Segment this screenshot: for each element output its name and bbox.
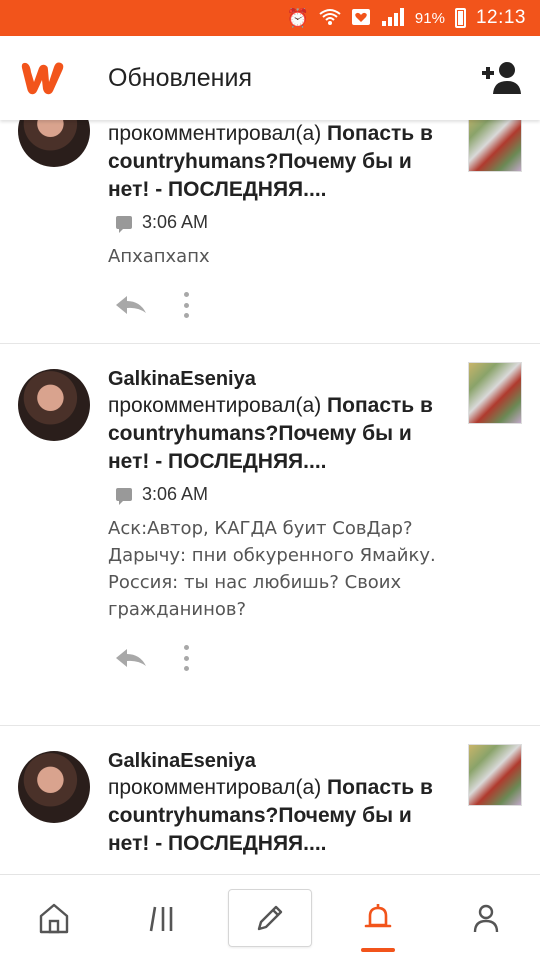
notification-text[interactable]: прокомментировал(а) Попасть в countryhum… [108, 774, 458, 858]
action-text: прокомментировал(а) [108, 776, 328, 799]
avatar[interactable] [18, 120, 90, 167]
add-user-icon[interactable] [480, 58, 522, 98]
comment-meta: 3:06 AM [116, 212, 458, 233]
comment-line: Аск:Автор, КАГДА буит СовДар? [108, 518, 413, 539]
alarm-icon: ⏰ [286, 8, 309, 28]
nav-library[interactable] [108, 875, 216, 960]
status-bar: ⏰ 91% 12:13 [0, 0, 540, 36]
comment-line: Россия: ты нас любишь? Своих граждан­ино… [108, 572, 402, 620]
notification-text[interactable]: прокомментировал(а) Попасть в countryhum… [108, 392, 458, 476]
nav-profile[interactable] [432, 875, 540, 960]
comment-bubble-icon [116, 488, 132, 505]
story-cover-thumbnail[interactable] [468, 744, 522, 806]
username[interactable]: GalkinaEseniya [108, 366, 458, 392]
timestamp: 3:06 AM [142, 484, 209, 504]
notification-card[interactable]: GalkinaEseniya прокомментировал(а) Попас… [0, 344, 540, 726]
nav-write[interactable] [216, 875, 324, 960]
status-icons: ⏰ 91% 12:13 [287, 0, 527, 36]
reply-icon[interactable] [114, 294, 148, 316]
library-icon[interactable] [145, 901, 179, 935]
story-cover-thumbnail[interactable] [468, 362, 522, 424]
more-options-icon[interactable] [184, 292, 190, 318]
avatar[interactable] [18, 369, 90, 441]
card-actions [114, 645, 458, 671]
notification-card[interactable]: GalkinaEseniya прокомментировал(а) Попас… [0, 726, 540, 874]
comment-meta: 3:06 AM [116, 484, 458, 505]
battery-percent: 91% [414, 9, 445, 27]
heart-notification-icon [351, 8, 371, 29]
battery-icon [454, 8, 466, 28]
write-button[interactable] [228, 888, 312, 947]
notifications-feed: прокомментировал(а) Попасть в countryhum… [0, 120, 540, 874]
card-actions [114, 292, 458, 318]
profile-icon[interactable] [469, 901, 503, 935]
notification-body: GalkinaEseniya прокомментировал(а) Попас… [108, 366, 458, 671]
more-options-icon[interactable] [184, 645, 190, 671]
nav-home[interactable] [0, 875, 108, 960]
reply-icon[interactable] [114, 647, 148, 669]
comment-text: Апхапхапх [108, 243, 458, 270]
active-tab-indicator [361, 948, 395, 952]
notification-text[interactable]: прокомментировал(а) Попасть в countryhum… [108, 120, 458, 204]
notification-card[interactable]: прокомментировал(а) Попасть в countryhum… [0, 120, 540, 344]
signal-icon [381, 7, 405, 30]
wifi-icon [319, 8, 341, 29]
story-cover-thumbnail[interactable] [468, 120, 522, 172]
write-icon[interactable] [253, 901, 287, 935]
home-icon[interactable] [37, 901, 71, 935]
wattpad-logo-icon[interactable] [18, 58, 66, 98]
nav-notifications[interactable] [324, 875, 432, 960]
avatar[interactable] [18, 751, 90, 823]
comment-bubble-icon [116, 216, 132, 233]
comment-line: Апхапхапх [108, 246, 210, 267]
notification-body: GalkinaEseniya прокомментировал(а) Попас… [108, 748, 458, 858]
username[interactable]: GalkinaEseniya [108, 748, 458, 774]
clock: 12:13 [475, 7, 526, 28]
action-text: прокомментировал(а) [108, 122, 328, 145]
bottom-navigation [0, 874, 540, 960]
timestamp: 3:06 AM [142, 212, 209, 232]
action-text: прокомментировал(а) [108, 394, 328, 417]
page-title: Обновления [108, 64, 252, 92]
app-header: Обновления [0, 36, 540, 120]
notification-body: прокомментировал(а) Попасть в countryhum… [108, 120, 458, 318]
comment-text: Аск:Автор, КАГДА буит СовДар? Дарычу: пн… [108, 515, 458, 623]
notifications-icon[interactable] [361, 901, 395, 935]
comment-line: Дарычу: пни обкуренного Ямайку. [108, 545, 436, 566]
